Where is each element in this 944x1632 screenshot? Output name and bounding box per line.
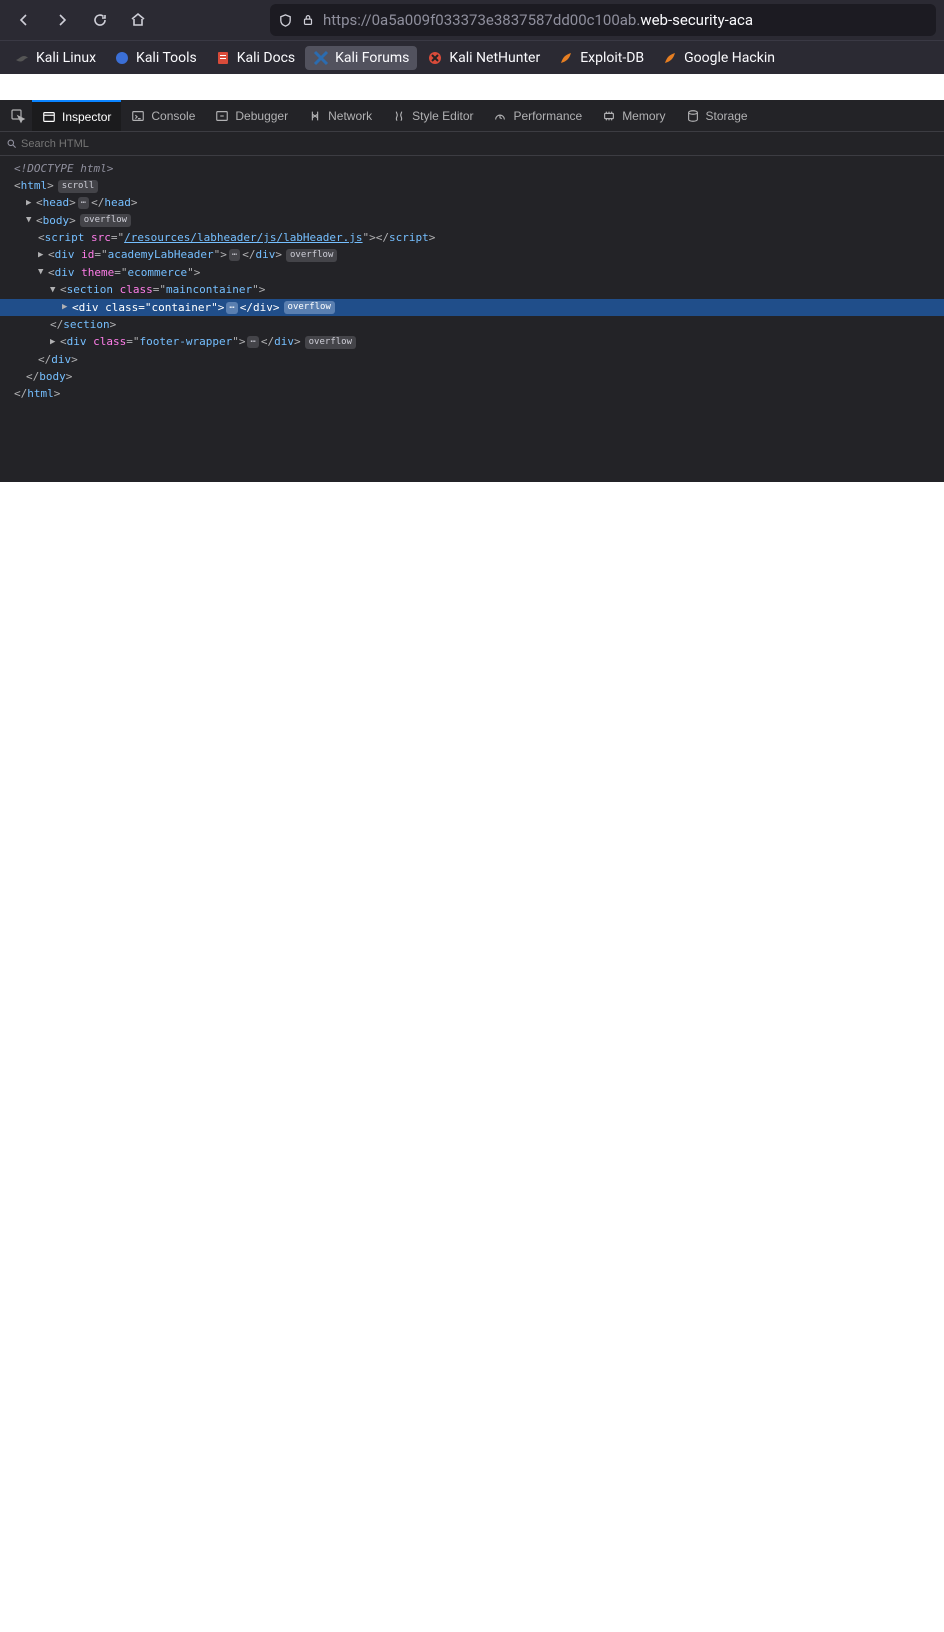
url-text: https://0a5a009f033373e3837587dd00c100ab… [323,11,753,29]
tab-debugger[interactable]: Debugger [205,100,298,131]
dom-body-open[interactable]: ▼<body>overflow [0,212,944,230]
browser-nav-bar: https://0a5a009f033373e3837587dd00c100ab… [0,0,944,40]
lock-icon [301,13,315,27]
dom-theme-div-open[interactable]: ▼<div theme="ecommerce"> [0,264,944,282]
bookmark-kali-docs[interactable]: Kali Docs [207,46,303,70]
style-icon [392,109,406,123]
bookmark-label: Kali Linux [36,50,96,66]
dom-body-close[interactable]: </body> [0,368,944,385]
dom-tree[interactable]: <!DOCTYPE html> <html>scroll ▶<head>⋯</h… [0,156,944,482]
back-button[interactable] [8,4,40,36]
shield-icon [278,13,293,28]
tab-style-editor[interactable]: Style Editor [382,100,483,131]
dom-head[interactable]: ▶<head>⋯</head> [0,194,944,212]
dragon-icon [14,50,30,66]
storage-icon [686,109,700,123]
bookmark-label: Kali NetHunter [449,50,540,66]
bookmark-label: Google Hackin [684,50,775,66]
google-hacking-icon [662,50,678,66]
nethunter-icon [427,50,443,66]
element-picker-button[interactable] [4,100,32,131]
tab-performance[interactable]: Performance [483,100,592,131]
tab-label: Style Editor [412,109,473,123]
performance-icon [493,109,507,123]
search-html-input[interactable] [21,138,938,150]
bookmark-kali-linux[interactable]: Kali Linux [6,46,104,70]
tools-icon [114,50,130,66]
url-bar[interactable]: https://0a5a009f033373e3837587dd00c100ab… [270,4,936,36]
bookmark-kali-tools[interactable]: Kali Tools [106,46,205,70]
tab-label: Debugger [235,109,288,123]
dom-labheader[interactable]: ▶<div id="academyLabHeader">⋯</div>overf… [0,246,944,264]
dom-script[interactable]: <script src="/resources/labheader/js/lab… [0,229,944,246]
bookmark-kali-nethunter[interactable]: Kali NetHunter [419,46,548,70]
inspector-icon [42,110,56,124]
bookmarks-bar: Kali Linux Kali Tools Kali Docs Kali For… [0,40,944,74]
docs-icon [215,50,231,66]
tab-console[interactable]: Console [121,100,205,131]
dom-html-open[interactable]: <html>scroll [0,177,944,194]
reload-button[interactable] [84,4,116,36]
network-icon [308,109,322,123]
memory-icon [602,109,616,123]
page-content-gap [0,74,944,100]
bookmark-label: Kali Forums [335,50,409,66]
tab-label: Console [151,109,195,123]
bookmark-label: Kali Tools [136,50,197,66]
bookmark-kali-forums[interactable]: Kali Forums [305,46,417,70]
dom-theme-div-close[interactable]: </div> [0,351,944,368]
devtools-tabs: Inspector Console Debugger Network Style… [0,100,944,132]
tab-inspector[interactable]: Inspector [32,100,121,131]
console-icon [131,109,145,123]
search-html-bar[interactable] [0,132,944,156]
bookmark-exploit-db[interactable]: Exploit-DB [550,46,652,70]
dom-container-selected[interactable]: ▶<div class="container">⋯</div>overflow [0,299,944,317]
bookmark-label: Kali Docs [237,50,295,66]
dom-doctype[interactable]: <!DOCTYPE html> [0,160,944,177]
search-icon [6,138,17,149]
bookmark-label: Exploit-DB [580,50,644,66]
devtools-panel: Inspector Console Debugger Network Style… [0,100,944,482]
forums-icon [313,50,329,66]
forward-button[interactable] [46,4,78,36]
dom-section-open[interactable]: ▼<section class="maincontainer"> [0,281,944,299]
dom-html-close[interactable]: </html> [0,385,944,402]
tab-label: Performance [513,109,582,123]
bookmark-google-hacking[interactable]: Google Hackin [654,46,783,70]
dom-section-close[interactable]: </section> [0,316,944,333]
tab-label: Storage [706,109,748,123]
tab-label: Network [328,109,372,123]
tab-label: Memory [622,109,665,123]
tab-label: Inspector [62,110,111,124]
home-button[interactable] [122,4,154,36]
tab-memory[interactable]: Memory [592,100,675,131]
tab-storage[interactable]: Storage [676,100,758,131]
debugger-icon [215,109,229,123]
dom-footer[interactable]: ▶<div class="footer-wrapper">⋯</div>over… [0,333,944,351]
exploit-icon [558,50,574,66]
tab-network[interactable]: Network [298,100,382,131]
